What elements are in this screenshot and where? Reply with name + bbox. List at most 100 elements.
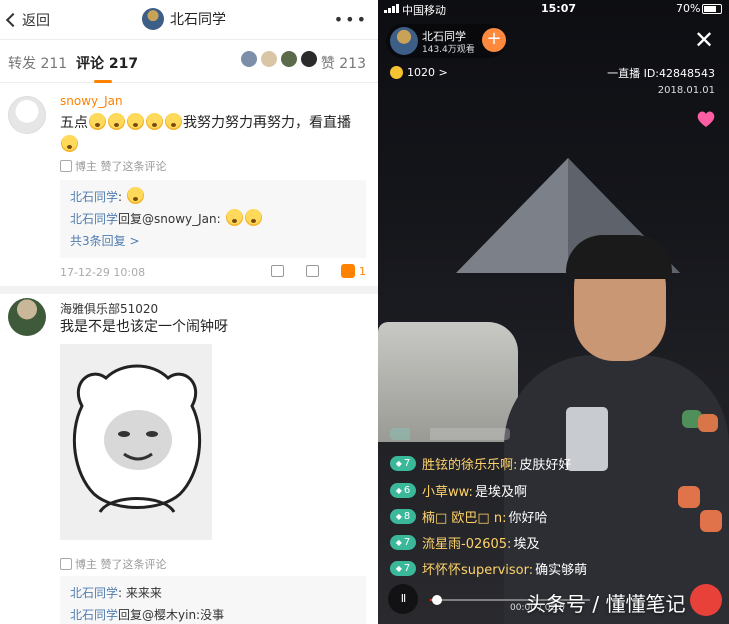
reply-line: 北石同学: 来来来 (70, 582, 356, 604)
divider (0, 286, 378, 294)
more-replies-link[interactable]: 共3条回复 > (70, 230, 356, 252)
danmaku-item[interactable]: 7 胜铉的徐乐乐啊: 皮肤好好 (390, 452, 680, 474)
smile-emoji-icon (89, 113, 106, 130)
sweat-emoji-icon (244, 209, 262, 226)
author-liked-row: 博主 赞了这条评论 (60, 556, 167, 572)
reply-text: : (118, 190, 123, 204)
live-id: 一直播 ID:42848543 (607, 67, 715, 80)
laugh-emoji-icon (126, 187, 144, 204)
avatar (280, 50, 298, 68)
floating-reactions (674, 410, 724, 540)
app-logo-icon (690, 584, 722, 616)
danmaku-user: 坏怀怀supervisor: (422, 562, 534, 578)
header-title[interactable]: 北石同学 (142, 8, 226, 30)
smile-emoji-icon (108, 113, 125, 130)
likers-avatars[interactable] (240, 50, 320, 68)
thumb-up-icon (678, 486, 700, 508)
tab-underline (94, 80, 112, 83)
tabs-bar: 转发 211 评论 217 赞 213 (0, 41, 378, 83)
danmaku-message: 确实够萌 (535, 562, 588, 578)
reply-line: 北石同学: (70, 186, 356, 208)
comment-author[interactable]: snowy_Jan (60, 94, 123, 108)
avatar (390, 27, 418, 55)
tab-repost[interactable]: 转发 211 (8, 53, 67, 73)
author-liked-row: 博主 赞了这条评论 (60, 158, 167, 174)
viewer-count: 143.4万观看 (422, 45, 475, 55)
tab-comments[interactable]: 评论 217 (76, 53, 138, 73)
player-controls: II 00:00 / 02:0 头条号 / 懂懂笔记 (378, 582, 729, 624)
thumb-up-icon (700, 510, 722, 532)
like-icon[interactable] (341, 264, 355, 278)
back-button[interactable]: 返回 (5, 10, 50, 30)
comment-text-suffix: 我努力努力再努力，看直播 (183, 115, 351, 131)
battery-percent: 70% (676, 2, 701, 15)
heart-icon[interactable] (696, 110, 716, 128)
share-icon[interactable] (271, 265, 284, 277)
comment-sticker-image[interactable] (60, 344, 212, 540)
avatar (300, 50, 318, 68)
avatar (260, 50, 278, 68)
avatar (240, 50, 258, 68)
user-level-badge: 7 (390, 534, 416, 550)
reply-line: 北石同学回复@snowy_Jan: (70, 208, 356, 230)
comment-icon[interactable] (306, 265, 319, 277)
comment-author[interactable]: 海雅俱乐部51020 (60, 300, 158, 317)
status-bar: 中国移动 15:07 70% (378, 0, 729, 18)
thumb-up-icon (60, 558, 72, 570)
coin-icon (390, 65, 403, 79)
danmaku-message: 是埃及啊 (474, 484, 527, 500)
danmaku-item[interactable]: 7 坏怀怀supervisor: 确实够萌 (390, 557, 680, 579)
signal-icon (384, 4, 400, 13)
watermark: 头条号 / 懂懂笔记 (526, 592, 686, 616)
user-level-badge: 8 (390, 508, 416, 524)
user-level-badge: 7 (390, 455, 416, 471)
avatar[interactable] (8, 96, 46, 134)
smile-emoji-icon (127, 113, 144, 130)
coin-count: 1020 > (407, 65, 448, 79)
reply-author[interactable]: 北石同学 (70, 586, 118, 600)
reply-author[interactable]: 北石同学 (70, 608, 118, 622)
battery-icon (702, 4, 722, 14)
avatar[interactable] (8, 298, 46, 336)
danmaku-message: 你好哈 (508, 510, 548, 526)
coin-balance[interactable]: 1020 > (390, 64, 448, 80)
danmaku-user: 小草ww: (422, 484, 473, 500)
comment-text-prefix: 五点 (60, 115, 88, 131)
comment-meta: 17-12-29 10:08 1 (60, 264, 366, 279)
screenshot-root: 返回 北石同学 ••• 转发 211 评论 217 赞 213 snowy_Ja… (0, 0, 729, 624)
back-label: 返回 (22, 13, 50, 29)
danmaku-item[interactable]: 7 流星雨-02605: 埃及 (390, 531, 680, 553)
streamer-hair (566, 235, 672, 279)
smile-emoji-icon (165, 113, 182, 130)
reply-author[interactable]: 北石同学 (70, 212, 118, 226)
like-count: 1 (359, 264, 366, 278)
header-title-text: 北石同学 (170, 12, 226, 28)
tab-likes[interactable]: 赞 213 (321, 53, 366, 73)
danmaku-item[interactable]: 8 楠□ 欧巴□ n: 你好哈 (390, 505, 680, 527)
chevron-left-icon (5, 12, 21, 28)
danmaku-user: 流星雨-02605: (422, 536, 512, 552)
smile-emoji-icon (146, 113, 163, 130)
weibo-header: 返回 北石同学 ••• (0, 0, 378, 40)
reply-box[interactable]: 北石同学: 北石同学回复@snowy_Jan: 共3条回复 > (60, 180, 366, 258)
avatar (142, 8, 164, 30)
more-button[interactable]: ••• (334, 10, 368, 29)
comment-date: 17-12-29 10:08 (60, 266, 146, 279)
seek-handle[interactable] (432, 595, 442, 605)
comment-actions: 1 (249, 264, 366, 278)
follow-button[interactable]: + (482, 28, 506, 52)
danmaku-item[interactable]: 6 小草ww: 是埃及啊 (390, 479, 680, 501)
reply-author[interactable]: 北石同学 (70, 190, 118, 204)
pause-button[interactable]: II (388, 584, 418, 614)
danmaku-user: 楠□ 欧巴□ n: (422, 510, 507, 526)
live-date: 2018.01.01 (657, 85, 715, 96)
reply-text: 回复@樱木yin:没事 (118, 608, 225, 622)
author-liked-text: 博主 赞了这条评论 (75, 558, 167, 571)
reply-box[interactable]: 北石同学: 来来来 北石同学回复@樱木yin:没事 (60, 576, 366, 624)
status-time: 15:07 (541, 2, 577, 15)
close-icon[interactable]: ✕ (692, 28, 716, 52)
reply-line: 北石同学回复@樱木yin:没事 (70, 604, 356, 624)
heart-icon (698, 414, 718, 432)
user-level-badge: 7 (390, 560, 416, 576)
comment-text: 我是不是也该定一个闹钟呀 (60, 319, 228, 335)
